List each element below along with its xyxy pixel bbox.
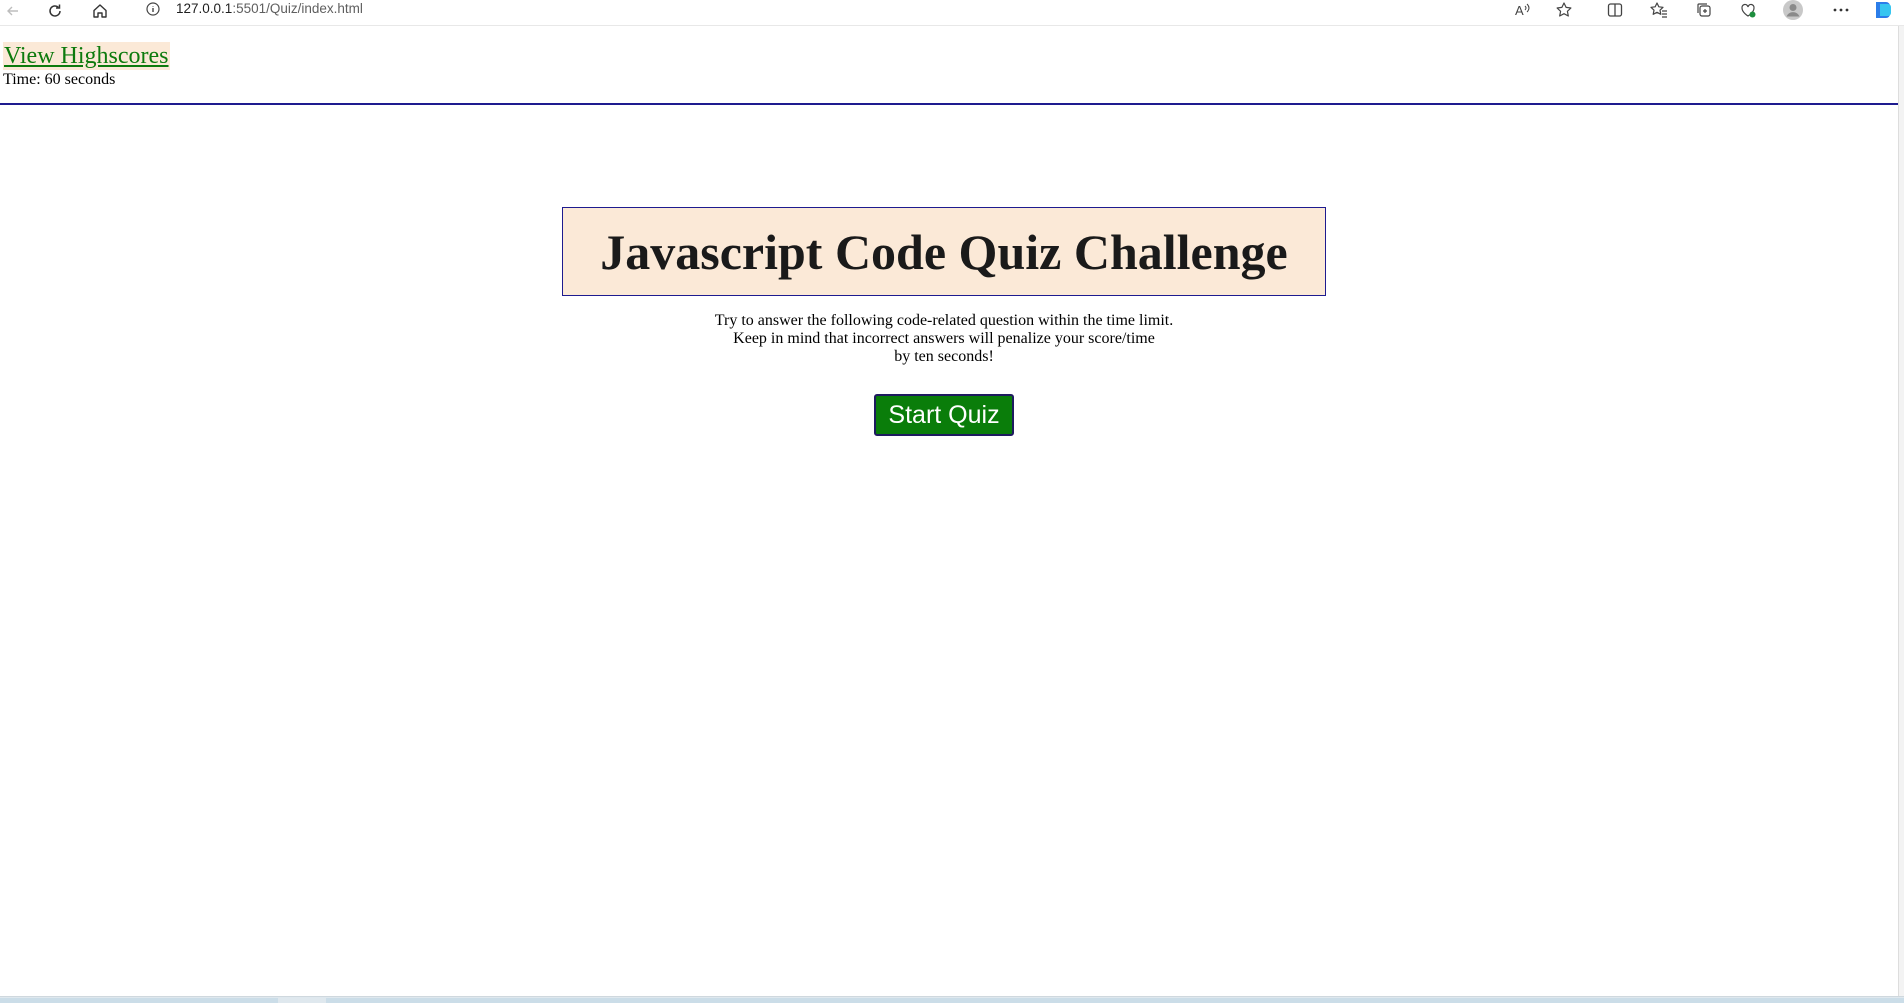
read-aloud-icon[interactable]: A: [1510, 0, 1536, 20]
instructions-line-3: by ten seconds!: [894, 348, 994, 365]
instructions-line-2: Keep in mind that incorrect answers will…: [733, 330, 1155, 347]
collections-icon[interactable]: [1691, 0, 1717, 20]
svg-text:A: A: [1515, 3, 1524, 18]
window-bottom-border: [0, 996, 1904, 1003]
site-info-icon[interactable]: [146, 2, 160, 16]
home-icon[interactable]: [87, 0, 113, 22]
profile-icon[interactable]: [1780, 0, 1806, 20]
address-url[interactable]: 127.0.0.1:5501/Quiz/index.html: [176, 0, 363, 18]
browser-essentials-icon[interactable]: [1735, 0, 1761, 20]
url-host: 127.0.0.1: [176, 1, 233, 16]
window-right-border: [1898, 26, 1904, 996]
back-icon[interactable]: [0, 0, 26, 22]
more-icon[interactable]: [1828, 0, 1854, 20]
split-screen-icon[interactable]: [1602, 0, 1628, 20]
favorites-icon[interactable]: [1646, 0, 1672, 20]
view-highscores-link[interactable]: View Highscores: [3, 42, 170, 70]
start-quiz-button[interactable]: Start Quiz: [874, 394, 1014, 436]
quiz-title-box: Javascript Code Quiz Challenge: [562, 207, 1326, 296]
url-path: :5501/Quiz/index.html: [232, 1, 363, 16]
page-header: View Highscores Time: 60 seconds: [0, 26, 1898, 105]
timer-text: Time: 60 seconds: [3, 71, 116, 88]
instructions-line-1: Try to answer the following code-related…: [714, 312, 1174, 329]
browser-toolbar: 127.0.0.1:5501/Quiz/index.html A: [0, 0, 1904, 26]
favorite-star-icon[interactable]: [1551, 0, 1577, 20]
quiz-title: Javascript Code Quiz Challenge: [600, 223, 1288, 280]
refresh-icon[interactable]: [42, 0, 68, 22]
copilot-icon[interactable]: [1870, 0, 1896, 20]
quiz-instructions: Try to answer the following code-related…: [562, 312, 1326, 366]
